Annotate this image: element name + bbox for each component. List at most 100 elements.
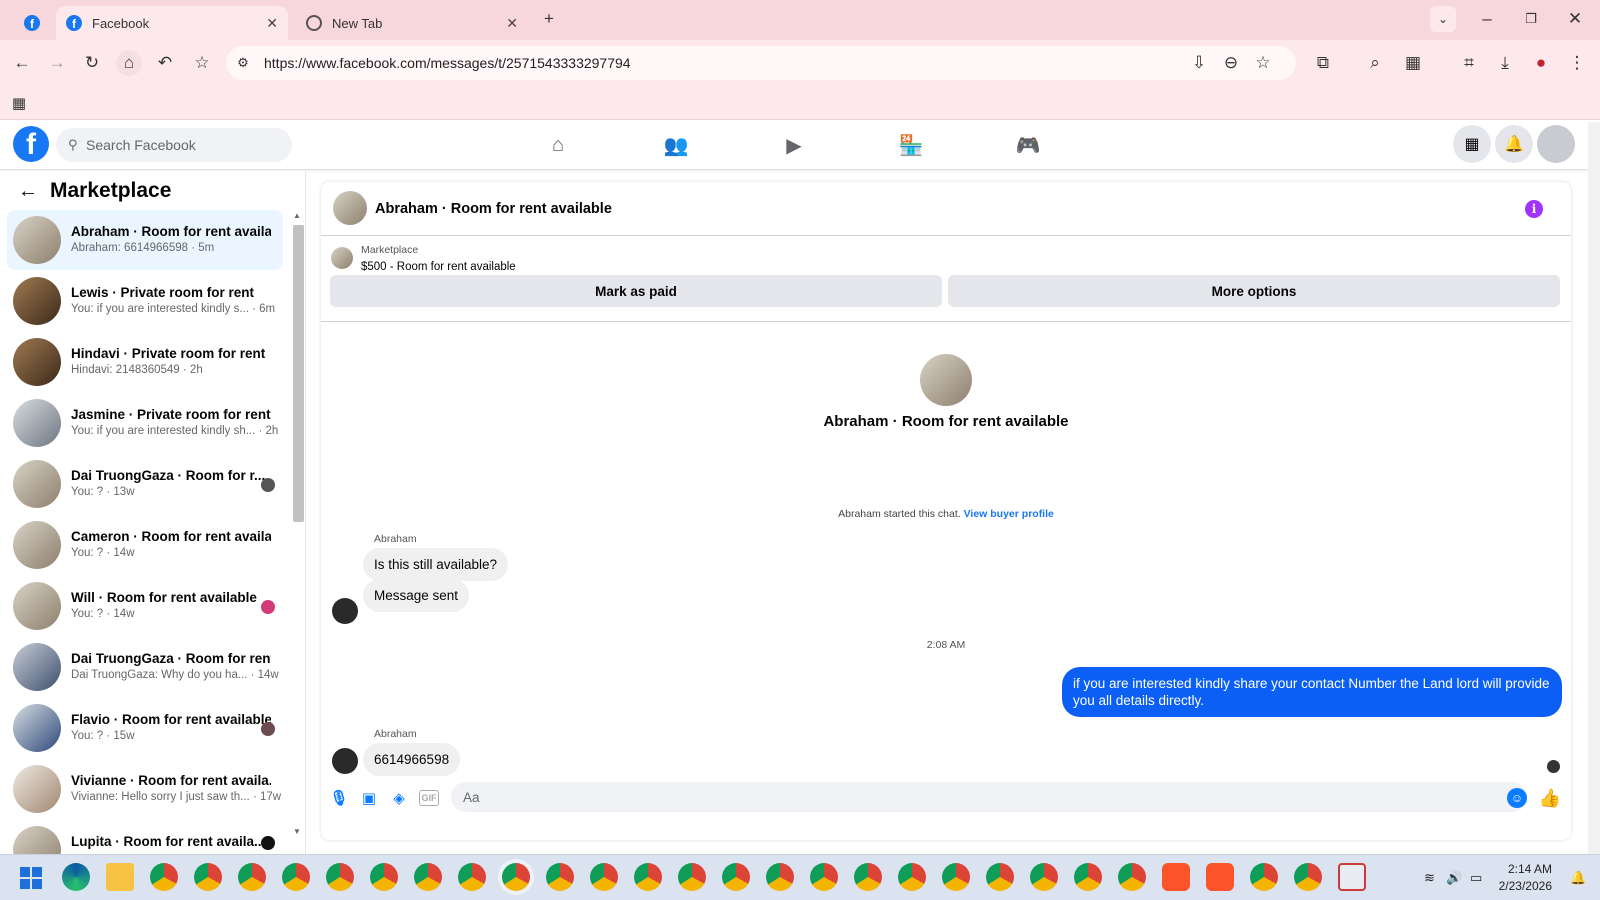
apps-grid-icon[interactable]: ▦: [6, 90, 32, 116]
notifications-icon[interactable]: 🔔: [1495, 125, 1533, 163]
conversation-item[interactable]: Abraham · Room for rent availa... Abraha…: [7, 210, 283, 270]
address-bar[interactable]: ⚙ https://www.facebook.com/messages/t/25…: [226, 46, 1296, 80]
search-input[interactable]: ⚲ Search Facebook: [56, 128, 292, 162]
chrome-icon[interactable]: [810, 863, 838, 891]
info-icon[interactable]: i: [1525, 200, 1543, 218]
chrome-icon[interactable]: [546, 863, 574, 891]
edge-icon[interactable]: [62, 863, 90, 891]
page-scrollbar[interactable]: [1588, 122, 1600, 854]
chrome-icon[interactable]: [282, 863, 310, 891]
friends-nav-icon[interactable]: 👥: [661, 130, 691, 160]
chrome-icon[interactable]: [766, 863, 794, 891]
home-icon[interactable]: ⌂: [116, 50, 142, 76]
mark-as-paid-button[interactable]: Mark as paid: [330, 275, 942, 307]
chrome-icon[interactable]: [458, 863, 486, 891]
chrome-icon[interactable]: [1294, 863, 1322, 891]
listing-price[interactable]: $500 - Room for rent available: [361, 261, 516, 273]
brave-icon[interactable]: [1206, 863, 1234, 891]
chrome-icon[interactable]: [722, 863, 750, 891]
back-icon[interactable]: ←: [9, 50, 35, 76]
tab-facebook[interactable]: f Facebook ✕: [56, 6, 288, 40]
extensions-icon[interactable]: ⧉: [1310, 50, 1336, 76]
chrome-icon[interactable]: [590, 863, 618, 891]
profile-icon[interactable]: ●: [1528, 50, 1554, 76]
chrome-icon[interactable]: [854, 863, 882, 891]
conversation-item[interactable]: Hindavi · Private room for rent Hindavi:…: [7, 332, 283, 392]
forward-icon[interactable]: →: [44, 50, 70, 76]
close-icon[interactable]: ✕: [506, 15, 518, 32]
chrome-icon-active[interactable]: [502, 863, 530, 891]
crop-icon[interactable]: ⌗: [1456, 50, 1482, 76]
back-arrow-icon[interactable]: ←: [18, 180, 38, 203]
qr-icon[interactable]: ▦: [1400, 50, 1426, 76]
new-tab-icon[interactable]: +: [536, 6, 562, 32]
search-icon[interactable]: ⌕: [1362, 50, 1388, 76]
conversation-item[interactable]: Vivianne · Room for rent availa... Vivia…: [7, 759, 283, 819]
volume-icon[interactable]: 🔊: [1446, 870, 1462, 886]
message-bubble[interactable]: Is this still available?: [363, 548, 509, 581]
restore-icon[interactable]: ❐: [1518, 6, 1544, 32]
conversation-item[interactable]: Will · Room for rent available You: ? · …: [7, 576, 283, 636]
chrome-icon[interactable]: [414, 863, 442, 891]
like-icon[interactable]: 👍: [1539, 788, 1561, 809]
chat-title[interactable]: Abraham · Room for rent available: [375, 201, 612, 217]
conversation-item[interactable]: Lewis · Private room for rent You: if yo…: [7, 271, 283, 331]
chrome-icon[interactable]: [678, 863, 706, 891]
star-icon[interactable]: ☆: [1250, 50, 1276, 76]
view-buyer-profile-link[interactable]: View buyer profile: [964, 508, 1054, 520]
microphone-icon[interactable]: 🎙: [329, 788, 349, 808]
home-nav-icon[interactable]: ⌂: [543, 130, 573, 160]
scrollbar-thumb[interactable]: [293, 225, 304, 522]
chrome-icon[interactable]: [1074, 863, 1102, 891]
gaming-nav-icon[interactable]: 🎮: [1013, 130, 1043, 160]
wifi-icon[interactable]: ≋: [1424, 870, 1435, 886]
menu-grid-icon[interactable]: ▦: [1453, 125, 1491, 163]
site-settings-icon[interactable]: ⚙: [230, 50, 256, 76]
chrome-icon[interactable]: [986, 863, 1014, 891]
close-icon[interactable]: ✕: [266, 15, 278, 32]
sticker-icon[interactable]: ◈: [389, 788, 409, 808]
chrome-icon[interactable]: [1118, 863, 1146, 891]
install-icon[interactable]: ⇩: [1186, 50, 1212, 76]
marketplace-nav-icon[interactable]: 🏪: [896, 130, 926, 160]
chrome-icon[interactable]: [942, 863, 970, 891]
battery-icon[interactable]: ▭: [1470, 870, 1482, 886]
conversation-item[interactable]: Dai TruongGaza · Room for r... You: ? · …: [7, 454, 283, 514]
avatar[interactable]: [333, 191, 367, 225]
undo-icon[interactable]: ↶: [152, 50, 178, 76]
chrome-icon[interactable]: [150, 863, 178, 891]
scroll-up-icon[interactable]: ▲: [293, 211, 301, 220]
reload-icon[interactable]: ↻: [79, 50, 105, 76]
windows-start-icon[interactable]: [20, 867, 42, 889]
photo-icon[interactable]: ▣: [359, 788, 379, 808]
emoji-icon[interactable]: ☺: [1507, 788, 1527, 808]
conversation-item[interactable]: Flavio · Room for rent available You: ? …: [7, 698, 283, 758]
scroll-down-icon[interactable]: ▼: [293, 827, 301, 836]
chrome-icon[interactable]: [326, 863, 354, 891]
sidebar-scrollbar[interactable]: ▲ ▼: [291, 211, 304, 836]
download-icon[interactable]: ⤓: [1492, 50, 1518, 76]
notification-bell-icon[interactable]: 🔔: [1570, 870, 1586, 886]
chrome-icon[interactable]: [194, 863, 222, 891]
message-input[interactable]: Aa: [451, 782, 1527, 812]
gif-icon[interactable]: GIF: [419, 790, 439, 806]
close-window-icon[interactable]: ✕: [1562, 6, 1588, 32]
brave-icon[interactable]: [1162, 863, 1190, 891]
bookmark-star-icon[interactable]: ☆: [189, 50, 215, 76]
conversation-item[interactable]: Dai TruongGaza · Room for rent... Dai Tr…: [7, 637, 283, 697]
message-bubble[interactable]: 6614966598: [363, 743, 461, 776]
file-explorer-icon[interactable]: [106, 863, 134, 891]
facebook-pinned-tab[interactable]: f: [14, 6, 50, 40]
conversation-item[interactable]: Cameron · Room for rent availa... You: ?…: [7, 515, 283, 575]
menu-icon[interactable]: ⋮: [1564, 50, 1590, 76]
snipping-tool-icon[interactable]: [1338, 863, 1366, 891]
more-options-button[interactable]: More options: [948, 275, 1560, 307]
chrome-icon[interactable]: [370, 863, 398, 891]
my-message-bubble[interactable]: if you are interested kindly share your …: [1062, 667, 1562, 717]
account-avatar[interactable]: [1537, 125, 1575, 163]
message-bubble[interactable]: Message sent: [363, 579, 470, 612]
zoom-icon[interactable]: ⊖: [1218, 50, 1244, 76]
system-clock[interactable]: 2:14 AM 2/23/2026: [1499, 861, 1552, 895]
chrome-icon[interactable]: [898, 863, 926, 891]
chrome-icon[interactable]: [1030, 863, 1058, 891]
